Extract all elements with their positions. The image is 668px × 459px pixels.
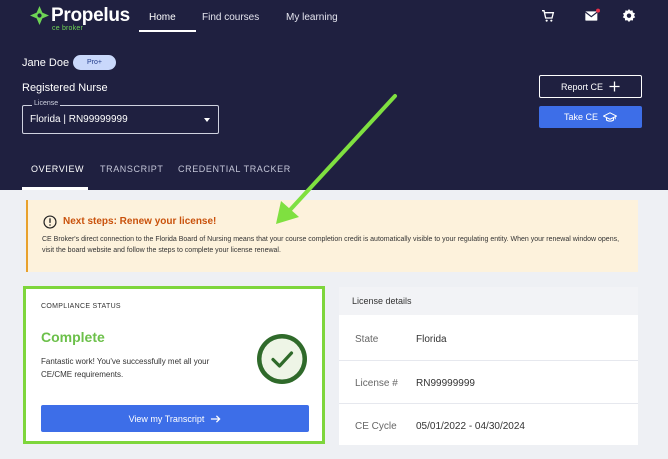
license-details-card: License details State Florida License # …	[339, 287, 638, 445]
tab-active-indicator	[22, 187, 88, 190]
compliance-status: Complete	[41, 329, 105, 345]
tab-transcript[interactable]: TRANSCRIPT	[100, 164, 164, 174]
detail-value: 05/01/2022 - 04/30/2024	[416, 421, 525, 432]
detail-value: Florida	[416, 334, 447, 345]
tab-overview[interactable]: OVERVIEW	[31, 164, 84, 174]
take-ce-label: Take CE	[563, 112, 598, 122]
compliance-status-card: COMPLIANCE STATUS Complete Fantastic wor…	[23, 286, 325, 444]
detail-label: CE Cycle	[355, 421, 397, 432]
license-details-header: License details	[339, 287, 638, 315]
license-select-label: License	[32, 100, 61, 107]
compliance-message: Fantastic work! You've successfully met …	[41, 357, 210, 379]
gear-icon[interactable]	[621, 8, 637, 24]
license-details-title: License details	[352, 296, 412, 306]
detail-label: License #	[355, 378, 398, 389]
license-select-value: Florida | RN99999999	[30, 114, 128, 125]
propelus-logo[interactable]: Propelus ce broker	[30, 5, 130, 35]
detail-row-ce-cycle: CE Cycle 05/01/2022 - 04/30/2024	[339, 403, 638, 446]
detail-row-license-number: License # RN99999999	[339, 360, 638, 403]
nav-active-indicator	[139, 30, 196, 32]
propelus-logo-icon	[30, 6, 49, 25]
app-header: Propelus ce broker Home Find courses My …	[0, 0, 668, 190]
alert-message: CE Broker's direct connection to the Flo…	[42, 236, 620, 254]
view-transcript-label: View my Transcript	[128, 413, 205, 424]
user-role: Registered Nurse	[22, 82, 108, 94]
detail-label: State	[355, 334, 379, 345]
detail-row-state: State Florida	[339, 317, 638, 360]
nav-home[interactable]: Home	[149, 12, 176, 23]
mail-icon[interactable]	[584, 8, 600, 24]
nav-find-courses[interactable]: Find courses	[202, 12, 259, 23]
caret-down-icon	[204, 118, 210, 122]
report-ce-label: Report CE	[560, 81, 604, 92]
view-transcript-button[interactable]: View my Transcript	[41, 405, 309, 432]
detail-value: RN99999999	[416, 378, 475, 389]
nav-my-learning[interactable]: My learning	[286, 12, 338, 23]
user-name: Jane Doe	[22, 57, 70, 69]
tab-credential-tracker[interactable]: CREDENTIAL TRACKER	[178, 164, 291, 174]
arrow-right-icon	[211, 414, 221, 423]
renewal-alert: Next steps: Renew your license! CE Broke…	[26, 200, 638, 272]
license-select[interactable]: License Florida | RN99999999	[22, 100, 219, 134]
report-ce-button[interactable]: Report CE	[539, 75, 642, 98]
graduation-cap-icon	[603, 111, 617, 122]
alert-title: Next steps: Renew your license!	[63, 216, 217, 227]
brand-name: Propelus	[51, 5, 130, 26]
cart-icon[interactable]	[540, 8, 556, 24]
plan-badge: Pro+	[73, 55, 116, 70]
brand-subtitle: ce broker	[52, 25, 83, 32]
exclamation-circle-icon	[43, 215, 57, 229]
compliance-label: COMPLIANCE STATUS	[41, 303, 121, 310]
plus-icon	[609, 81, 620, 92]
check-circle-icon	[257, 334, 307, 384]
take-ce-button[interactable]: Take CE	[539, 106, 642, 128]
